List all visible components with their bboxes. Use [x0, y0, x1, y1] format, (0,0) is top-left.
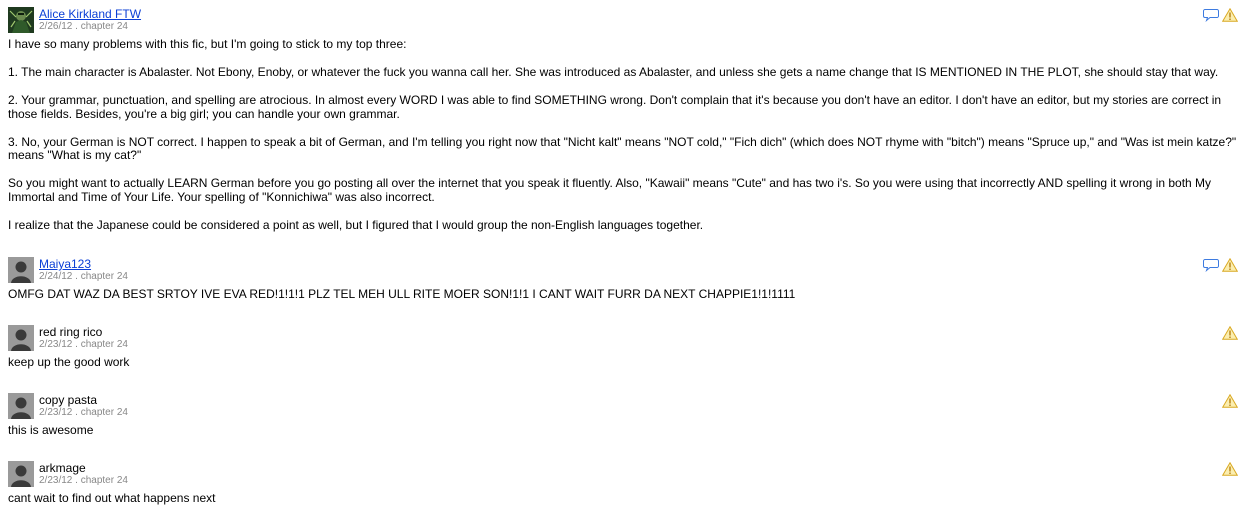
reply-icon[interactable] — [1203, 8, 1219, 23]
review-paragraph: 1. The main character is Abalaster. Not … — [8, 65, 1219, 79]
review-actions — [1221, 393, 1239, 408]
review-paragraph: cant wait to find out what happens next — [8, 491, 216, 505]
review-author: copy pasta — [39, 393, 98, 407]
report-warning-icon[interactable] — [1221, 325, 1239, 340]
review-actions — [1203, 7, 1239, 23]
review-body: OMFG DAT WAZ DA BEST SRTOY IVE EVA RED!1… — [8, 287, 1238, 302]
review-meta: 2/26/12 . chapter 24 — [39, 21, 128, 32]
avatar[interactable] — [8, 257, 34, 283]
report-warning-icon[interactable] — [1221, 7, 1239, 22]
review-paragraph: I have so many problems with this fic, b… — [8, 37, 407, 51]
review-meta: 2/24/12 . chapter 24 — [39, 271, 128, 282]
avatar[interactable] — [8, 7, 34, 33]
review-actions — [1203, 257, 1239, 273]
review-author-link[interactable]: Alice Kirkland FTW — [39, 7, 141, 21]
review-author: red ring rico — [39, 325, 103, 339]
review-paragraph: this is awesome — [8, 423, 94, 437]
review-author: arkmage — [39, 461, 86, 475]
review-body: cant wait to find out what happens next — [8, 491, 1238, 506]
review-paragraph: I realize that the Japanese could be con… — [8, 217, 704, 232]
review-actions — [1221, 325, 1239, 340]
avatar — [8, 393, 34, 419]
review-author-link[interactable]: Maiya123 — [39, 257, 91, 271]
avatar — [8, 461, 34, 487]
review-body: I have so many problems with this fic, b… — [8, 37, 1238, 232]
review-paragraph: 3. No, your German is NOT correct. I hap… — [8, 134, 1237, 162]
avatar — [8, 325, 34, 351]
review-meta: 2/23/12 . chapter 24 — [39, 407, 128, 418]
review-body: this is awesome — [8, 423, 1238, 438]
review-paragraph: keep up the good work — [8, 355, 130, 369]
review-paragraph: OMFG DAT WAZ DA BEST SRTOY IVE EVA RED!1… — [8, 287, 796, 301]
report-warning-icon[interactable] — [1221, 461, 1239, 476]
review-paragraph: So you might want to actually LEARN Germ… — [8, 176, 1212, 204]
report-warning-icon[interactable] — [1221, 393, 1239, 408]
report-warning-icon[interactable] — [1221, 257, 1239, 272]
reply-icon[interactable] — [1203, 258, 1219, 273]
review-actions — [1221, 461, 1239, 476]
review-meta: 2/23/12 . chapter 24 — [39, 339, 128, 350]
review-body: keep up the good work — [8, 355, 1238, 370]
review-meta: 2/23/12 . chapter 24 — [39, 475, 128, 486]
review-paragraph: 2. Your grammar, punctuation, and spelli… — [8, 93, 1222, 121]
